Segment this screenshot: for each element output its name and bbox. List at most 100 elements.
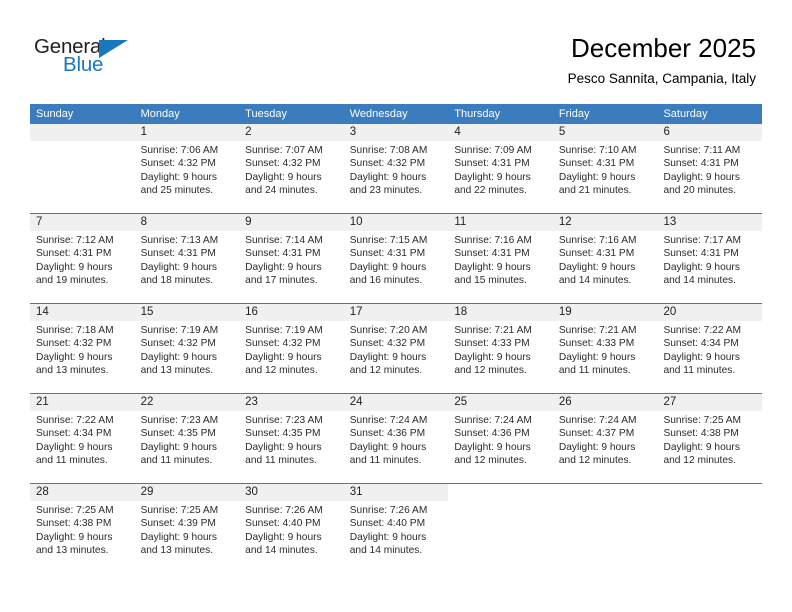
daylight-text-line2: and 17 minutes. (245, 275, 318, 287)
day-cell-8[interactable]: 8 Sunrise: 7:13 AM Sunset: 4:31 PM Daylight… (134, 214, 240, 303)
sunset-text: Sunset: 4:32 PM (245, 338, 321, 350)
day-cell-22[interactable]: 22 Sunrise: 7:23 AM Sunset: 4:35 PM Dayligh… (134, 394, 240, 483)
daylight-text-line1: Daylight: 9 hours (36, 351, 113, 363)
sunset-text: Sunset: 4:35 PM (245, 428, 321, 440)
day-cell-19[interactable]: 19 Sunrise: 7:21 AM Sunset: 4:33 PM Dayligh… (552, 304, 658, 393)
day-details: Sunrise: 7:25 AM Sunset: 4:38 PM Daylight:… (30, 501, 135, 558)
day-cell-16[interactable]: 16 Sunrise: 7:19 AM Sunset: 4:32 PM Dayligh… (239, 304, 344, 393)
day-number: 24 (343, 394, 449, 411)
sunrise-text: Sunrise: 7:25 AM (663, 415, 742, 426)
sunset-text: Sunset: 4:31 PM (663, 158, 739, 170)
sunrise-text: Sunrise: 7:16 AM (454, 235, 532, 246)
sunrise-text: Sunrise: 7:20 AM (349, 325, 428, 336)
day-cell-1[interactable]: 1 Sunrise: 7:06 AM Sunset: 4:32 PM Daylight… (134, 124, 240, 213)
sunset-text: Sunset: 4:36 PM (349, 428, 426, 440)
day-details: Sunrise: 7:18 AM Sunset: 4:32 PM Daylight:… (30, 321, 135, 378)
daylight-text-line2: and 12 minutes. (349, 365, 423, 377)
day-number: 26 (552, 394, 658, 411)
day-cell-empty (448, 484, 553, 573)
day-cell-9[interactable]: 9 Sunrise: 7:14 AM Sunset: 4:31 PM Daylight… (239, 214, 344, 303)
day-cell-28[interactable]: 28 Sunrise: 7:25 AM Sunset: 4:38 PM Dayligh… (30, 484, 135, 573)
sunset-text: Sunset: 4:31 PM (349, 248, 426, 260)
day-cell-3[interactable]: 3 Sunrise: 7:08 AM Sunset: 4:32 PM Daylight… (343, 124, 449, 213)
sunset-text: Sunset: 4:31 PM (140, 248, 216, 260)
sunrise-text: Sunrise: 7:10 AM (558, 145, 637, 156)
calendar-page: General Blue December 2025 Pesco Sannita… (0, 0, 792, 612)
daylight-text-line2: and 20 minutes. (663, 185, 736, 197)
day-details: Sunrise: 7:12 AM Sunset: 4:31 PM Daylight:… (30, 231, 135, 288)
sunset-text: Sunset: 4:40 PM (245, 518, 321, 530)
day-cell-23[interactable]: 23 Sunrise: 7:23 AM Sunset: 4:35 PM Dayligh… (239, 394, 344, 483)
day-details: Sunrise: 7:23 AM Sunset: 4:35 PM Daylight:… (239, 411, 344, 468)
day-cell-21[interactable]: 21 Sunrise: 7:22 AM Sunset: 4:34 PM Dayligh… (30, 394, 135, 483)
day-number: 25 (448, 394, 553, 411)
day-cell-10[interactable]: 10 Sunrise: 7:15 AM Sunset: 4:31 PM Dayligh… (343, 214, 449, 303)
day-number (553, 484, 658, 501)
day-details: Sunrise: 7:16 AM Sunset: 4:31 PM Daylight:… (553, 231, 658, 288)
day-cell-11[interactable]: 11 Sunrise: 7:16 AM Sunset: 4:31 PM Dayligh… (448, 214, 553, 303)
day-details: Sunrise: 7:16 AM Sunset: 4:31 PM Daylight:… (448, 231, 553, 288)
daylight-text-line2: and 21 minutes. (558, 185, 632, 197)
day-cell-30[interactable]: 30 Sunrise: 7:26 AM Sunset: 4:40 PM Dayligh… (239, 484, 344, 573)
day-cell-29[interactable]: 29 Sunrise: 7:25 AM Sunset: 4:39 PM Dayligh… (134, 484, 240, 573)
triangle-icon (99, 40, 128, 58)
day-number: 3 (343, 124, 449, 141)
daylight-text-line2: and 13 minutes. (36, 545, 109, 557)
day-cell-14[interactable]: 14 Sunrise: 7:18 AM Sunset: 4:32 PM Dayligh… (30, 304, 135, 393)
day-details: Sunrise: 7:21 AM Sunset: 4:33 PM Daylight:… (448, 321, 553, 378)
day-details: Sunrise: 7:14 AM Sunset: 4:31 PM Daylight:… (239, 231, 344, 288)
day-cell-7[interactable]: 7 Sunrise: 7:12 AM Sunset: 4:31 PM Daylight… (30, 214, 135, 303)
daylight-text-line1: Daylight: 9 hours (245, 531, 322, 543)
day-details: Sunrise: 7:24 AM Sunset: 4:36 PM Daylight:… (448, 411, 553, 468)
sunset-text: Sunset: 4:31 PM (245, 248, 321, 260)
day-cell-empty (553, 484, 658, 573)
day-cell-5[interactable]: 5 Sunrise: 7:10 AM Sunset: 4:31 PM Daylight… (552, 124, 658, 213)
day-details: Sunrise: 7:10 AM Sunset: 4:31 PM Daylight:… (553, 141, 658, 198)
sunset-text: Sunset: 4:31 PM (663, 248, 739, 260)
day-cell-18[interactable]: 18 Sunrise: 7:21 AM Sunset: 4:33 PM Dayligh… (448, 304, 553, 393)
day-details: Sunrise: 7:25 AM Sunset: 4:38 PM Daylight:… (657, 411, 762, 468)
day-number: 13 (657, 214, 763, 231)
day-cell-20[interactable]: 20 Sunrise: 7:22 AM Sunset: 4:34 PM Dayligh… (657, 304, 763, 393)
sunrise-text: Sunrise: 7:13 AM (140, 235, 219, 246)
daylight-text-line2: and 25 minutes. (140, 185, 214, 197)
daylight-text-line1: Daylight: 9 hours (558, 171, 636, 183)
day-cell-2[interactable]: 2 Sunrise: 7:07 AM Sunset: 4:32 PM Daylight… (239, 124, 344, 213)
general-blue-logo[interactable]: General Blue (34, 36, 154, 82)
daylight-text-line1: Daylight: 9 hours (663, 171, 740, 183)
sunrise-text: Sunrise: 7:17 AM (663, 235, 742, 246)
sunset-text: Sunset: 4:32 PM (245, 158, 321, 170)
day-cell-26[interactable]: 26 Sunrise: 7:24 AM Sunset: 4:37 PM Dayligh… (552, 394, 658, 483)
day-number: 5 (552, 124, 658, 141)
sunset-text: Sunset: 4:37 PM (558, 428, 635, 440)
day-cell-24[interactable]: 24 Sunrise: 7:24 AM Sunset: 4:36 PM Dayligh… (343, 394, 449, 483)
daylight-text-line2: and 11 minutes. (140, 455, 213, 467)
sunset-text: Sunset: 4:35 PM (140, 428, 216, 440)
day-cell-17[interactable]: 17 Sunrise: 7:20 AM Sunset: 4:32 PM Dayligh… (343, 304, 449, 393)
daylight-text-line2: and 18 minutes. (140, 275, 214, 287)
sunset-text: Sunset: 4:32 PM (349, 158, 426, 170)
sunrise-text: Sunrise: 7:19 AM (245, 325, 323, 336)
daylight-text-line1: Daylight: 9 hours (349, 441, 427, 453)
daylight-text-line2: and 13 minutes. (140, 365, 214, 377)
day-cell-4[interactable]: 4 Sunrise: 7:09 AM Sunset: 4:31 PM Daylight… (448, 124, 553, 213)
day-cell-27[interactable]: 27 Sunrise: 7:25 AM Sunset: 4:38 PM Dayligh… (657, 394, 763, 483)
daylight-text-line2: and 12 minutes. (245, 365, 318, 377)
sunrise-text: Sunrise: 7:11 AM (663, 145, 741, 156)
sunset-text: Sunset: 4:31 PM (558, 158, 635, 170)
daylight-text-line1: Daylight: 9 hours (36, 441, 113, 453)
sunrise-text: Sunrise: 7:12 AM (36, 235, 114, 246)
day-number: 12 (552, 214, 658, 231)
day-cell-13[interactable]: 13 Sunrise: 7:17 AM Sunset: 4:31 PM Dayligh… (657, 214, 763, 303)
day-cell-12[interactable]: 12 Sunrise: 7:16 AM Sunset: 4:31 PM Dayligh… (552, 214, 658, 303)
daylight-text-line1: Daylight: 9 hours (558, 351, 636, 363)
day-cell-15[interactable]: 15 Sunrise: 7:19 AM Sunset: 4:32 PM Dayligh… (134, 304, 240, 393)
day-details: Sunrise: 7:17 AM Sunset: 4:31 PM Daylight:… (657, 231, 762, 288)
weekday-header-sunday: Sunday (36, 108, 74, 120)
day-cell-31[interactable]: 31 Sunrise: 7:26 AM Sunset: 4:40 PM Dayligh… (343, 484, 449, 573)
daylight-text-line1: Daylight: 9 hours (349, 351, 427, 363)
day-cell-6[interactable]: 6 Sunrise: 7:11 AM Sunset: 4:31 PM Daylight… (657, 124, 763, 213)
day-cell-25[interactable]: 25 Sunrise: 7:24 AM Sunset: 4:36 PM Dayligh… (448, 394, 553, 483)
daylight-text-line2: and 12 minutes. (454, 455, 527, 467)
sunrise-text: Sunrise: 7:23 AM (245, 415, 323, 426)
